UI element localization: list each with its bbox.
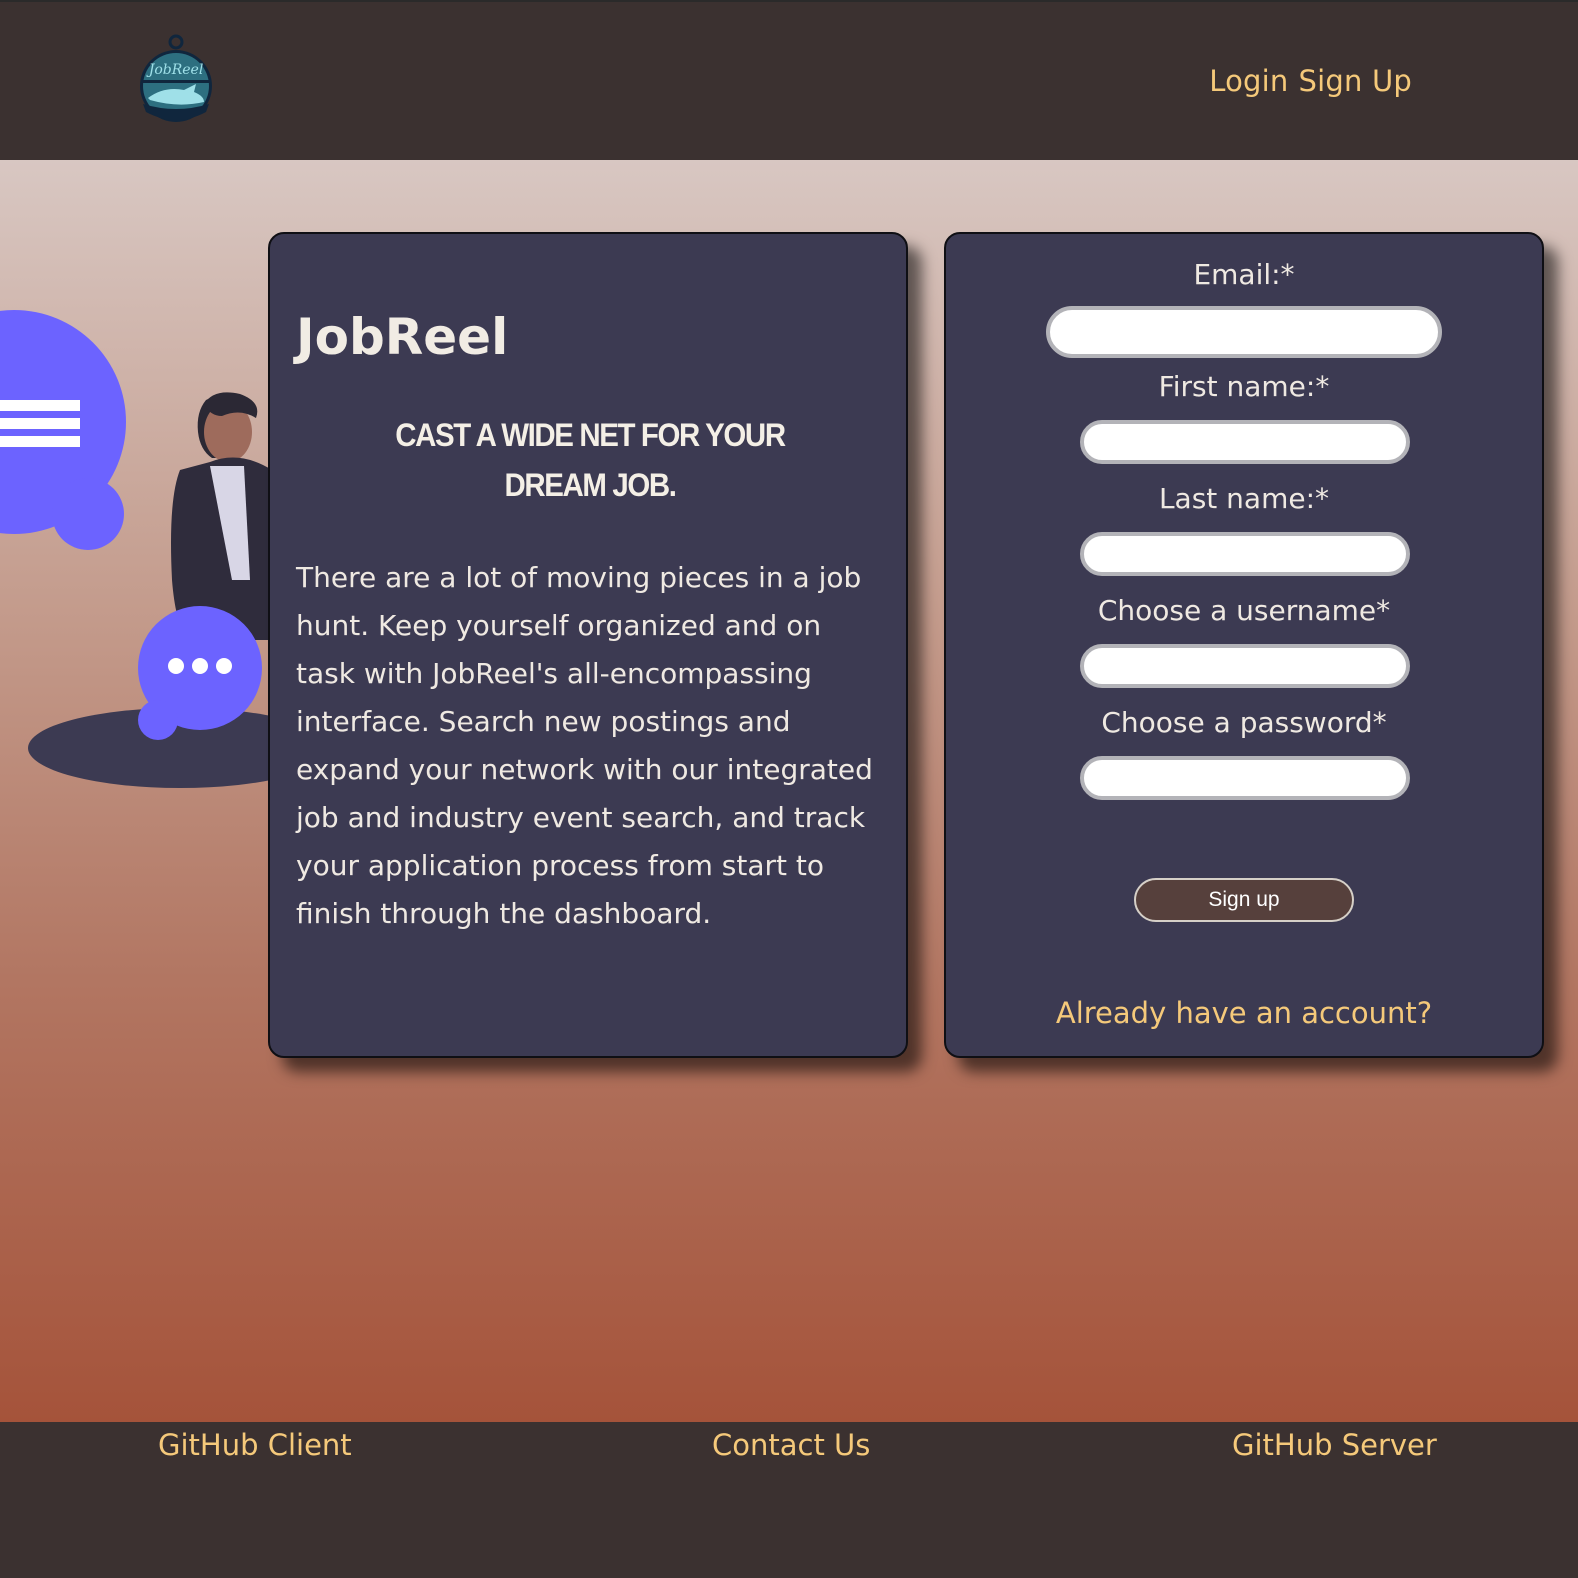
brand-title: JobReel xyxy=(296,308,509,366)
nav-login-link[interactable]: Login xyxy=(1209,64,1288,98)
email-label: Email:* xyxy=(1193,258,1295,291)
jobreel-logo[interactable]: JobReel xyxy=(138,34,214,126)
site-footer: GitHub Client Contact Us GitHub Server xyxy=(0,1422,1578,1578)
svg-text:JobReel: JobReel xyxy=(146,62,204,78)
signup-form-card: Email:* First name:* Last name:* Choose … xyxy=(944,232,1544,1058)
intro-description: There are a lot of moving pieces in a jo… xyxy=(296,561,873,930)
username-field[interactable] xyxy=(1080,644,1410,688)
username-label: Choose a username* xyxy=(1097,594,1391,627)
github-client-link[interactable]: GitHub Client xyxy=(158,1428,352,1462)
intro-card: JobReel Cast a wide net for your dream j… xyxy=(268,232,908,1058)
nav-signup-link[interactable]: Sign Up xyxy=(1298,64,1412,98)
password-label: Choose a password* xyxy=(1101,706,1387,739)
first-name-label: First name:* xyxy=(1158,370,1330,403)
site-header: JobReel Login Sign Up xyxy=(0,0,1578,160)
first-name-field[interactable] xyxy=(1080,420,1410,464)
sign-up-button[interactable]: Sign up xyxy=(1134,878,1354,922)
person-chat-illustration xyxy=(0,310,300,788)
main-content: JobReel Cast a wide net for your dream j… xyxy=(0,160,1578,1422)
password-field[interactable] xyxy=(1080,756,1410,800)
last-name-field[interactable] xyxy=(1080,532,1410,576)
last-name-label: Last name:* xyxy=(1158,482,1330,515)
github-server-link[interactable]: GitHub Server xyxy=(1232,1428,1437,1462)
contact-us-link[interactable]: Contact Us xyxy=(712,1428,870,1462)
already-have-account-link[interactable]: Already have an account? xyxy=(946,996,1542,1030)
tagline-heading: Cast a wide net for your dream job. xyxy=(395,417,786,503)
header-nav: Login Sign Up xyxy=(1209,64,1412,98)
email-field[interactable] xyxy=(1046,306,1442,358)
